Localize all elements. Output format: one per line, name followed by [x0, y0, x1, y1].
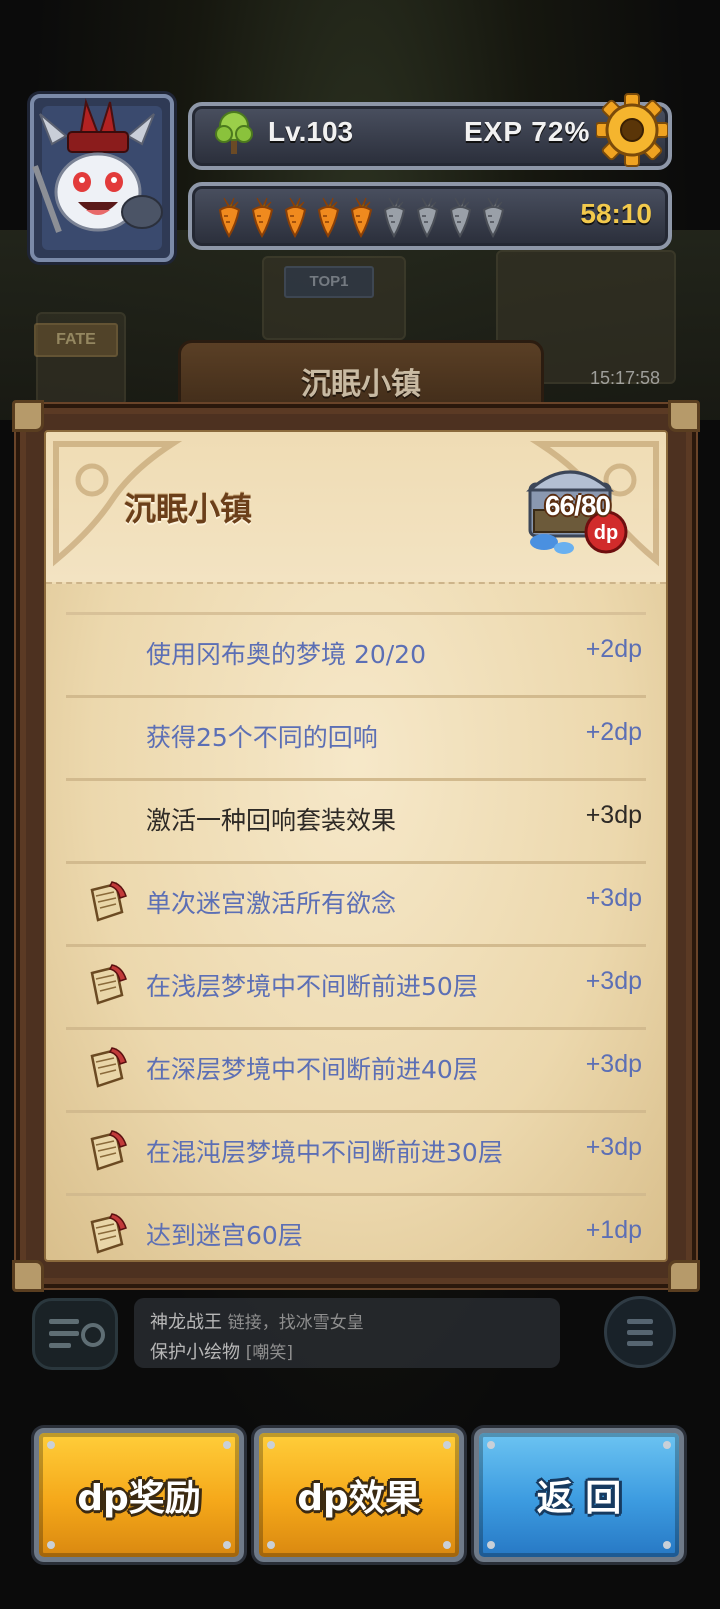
- carrot-full-icon: [251, 197, 274, 238]
- dp-reward-button[interactable]: dp奖励: [34, 1428, 244, 1562]
- carrot-energy-row: [214, 194, 509, 238]
- list-menu-button[interactable]: [604, 1296, 676, 1368]
- fate-sign: FATE: [34, 323, 118, 357]
- chat-message: 链接，找冰雪女皇: [227, 1313, 364, 1333]
- task-text: 单次迷宫激活所有欲念: [146, 889, 397, 918]
- carrot-full-icon: [317, 197, 340, 238]
- location-title: 沉眠小镇: [301, 367, 421, 402]
- parchment: 沉眠小镇 dp 66/80 使用冈布奥的梦境 20/20 +2dp 获得25个不同的…: [44, 430, 668, 1262]
- task-reward: +3dp: [585, 1133, 642, 1161]
- task-row[interactable]: 激活一种回响套装效果 +3dp: [66, 778, 646, 861]
- chat-button[interactable]: [32, 1298, 118, 1370]
- carrot-full-icon: [350, 197, 373, 238]
- energy-timer: 58:10: [580, 198, 652, 229]
- chat-message-line2: 保护小绘物: [150, 1342, 240, 1363]
- settings-gear-icon[interactable]: [596, 92, 668, 168]
- panel-title: 沉眠小镇: [124, 490, 253, 528]
- carrot-full-icon: [218, 197, 241, 238]
- list-icon: [627, 1319, 653, 1346]
- task-row[interactable]: 在深层梦境中不间断前进40层 +3dp: [66, 1027, 646, 1110]
- task-reward: +3dp: [585, 884, 642, 912]
- chat-icon: [49, 1319, 105, 1348]
- task-list[interactable]: 使用冈布奥的梦境 20/20 +2dp 获得25个不同的回响 +2dp 激活一种回响套装…: [66, 612, 646, 1260]
- quest-scroll-icon: [90, 881, 127, 922]
- task-text: 在深层梦境中不间断前进40层: [146, 1055, 478, 1084]
- task-reward: +3dp: [585, 801, 642, 829]
- player-level: Lv.103: [268, 116, 354, 147]
- quest-scroll-icon: [90, 1130, 127, 1171]
- back-label: 返 回: [536, 1478, 622, 1519]
- task-text: 使用冈布奥的梦境 20/20: [146, 640, 426, 669]
- task-text: 获得25个不同的回响: [146, 723, 378, 752]
- carrot-empty-icon: [482, 197, 505, 238]
- achievement-panel: 沉眠小镇 dp 66/80 使用冈布奥的梦境 20/20 +2dp 获得25个不同的…: [12, 400, 700, 1292]
- dp-effect-button[interactable]: dp效果: [254, 1428, 464, 1562]
- player-avatar[interactable]: [30, 94, 174, 262]
- exp-percent: EXP 72%: [464, 116, 591, 147]
- energy-bar[interactable]: 58:10: [188, 182, 672, 250]
- task-row[interactable]: 使用冈布奥的梦境 20/20 +2dp: [66, 612, 646, 695]
- tree-icon: [215, 111, 253, 154]
- task-reward: +2dp: [585, 718, 642, 746]
- task-row[interactable]: 达到迷宫60层 +1dp: [66, 1193, 646, 1260]
- task-reward: +3dp: [585, 967, 642, 995]
- dp-progress-count: 66/80: [544, 490, 611, 521]
- chat-sender: 神龙战王: [150, 1312, 222, 1333]
- carrot-empty-icon: [416, 197, 439, 238]
- carrot-empty-icon: [383, 197, 406, 238]
- task-text: 在浅层梦境中不间断前进50层: [146, 972, 478, 1001]
- quest-scroll-icon: [90, 964, 127, 1005]
- quest-scroll-icon: [90, 1047, 127, 1088]
- back-button[interactable]: 返 回: [474, 1428, 684, 1562]
- dp-badge-text: dp: [594, 522, 618, 544]
- task-text: 激活一种回响套装效果: [146, 806, 397, 835]
- dp-effect-label: dp效果: [297, 1478, 421, 1519]
- task-reward: +2dp: [585, 635, 642, 663]
- task-row[interactable]: 在浅层梦境中不间断前进50层 +3dp: [66, 944, 646, 1027]
- task-text: 达到迷宫60层: [146, 1221, 303, 1250]
- carrot-full-icon: [284, 197, 307, 238]
- event-timer: 15:17:58: [590, 368, 661, 388]
- task-reward: +3dp: [585, 1050, 642, 1078]
- task-text: 在混沌层梦境中不间断前进30层: [146, 1138, 503, 1167]
- chat-message-bubble[interactable]: 神龙战王 链接，找冰雪女皇 保护小绘物 [嘲笑]: [134, 1298, 560, 1368]
- task-row[interactable]: 获得25个不同的回响 +2dp: [66, 695, 646, 778]
- carrot-empty-icon: [449, 197, 472, 238]
- panel-header: 沉眠小镇 dp 66/80: [46, 432, 666, 584]
- task-row[interactable]: 单次迷宫激活所有欲念 +3dp: [66, 861, 646, 944]
- task-row[interactable]: 在混沌层梦境中不间断前进30层 +3dp: [66, 1110, 646, 1193]
- avatar-character-icon: [32, 98, 163, 233]
- task-reward: +1dp: [585, 1216, 642, 1244]
- dp-reward-label: dp奖励: [77, 1478, 201, 1519]
- quest-scroll-icon: [90, 1213, 127, 1254]
- top-sign: TOP1: [284, 266, 374, 298]
- chat-emote: [嘲笑]: [245, 1343, 293, 1363]
